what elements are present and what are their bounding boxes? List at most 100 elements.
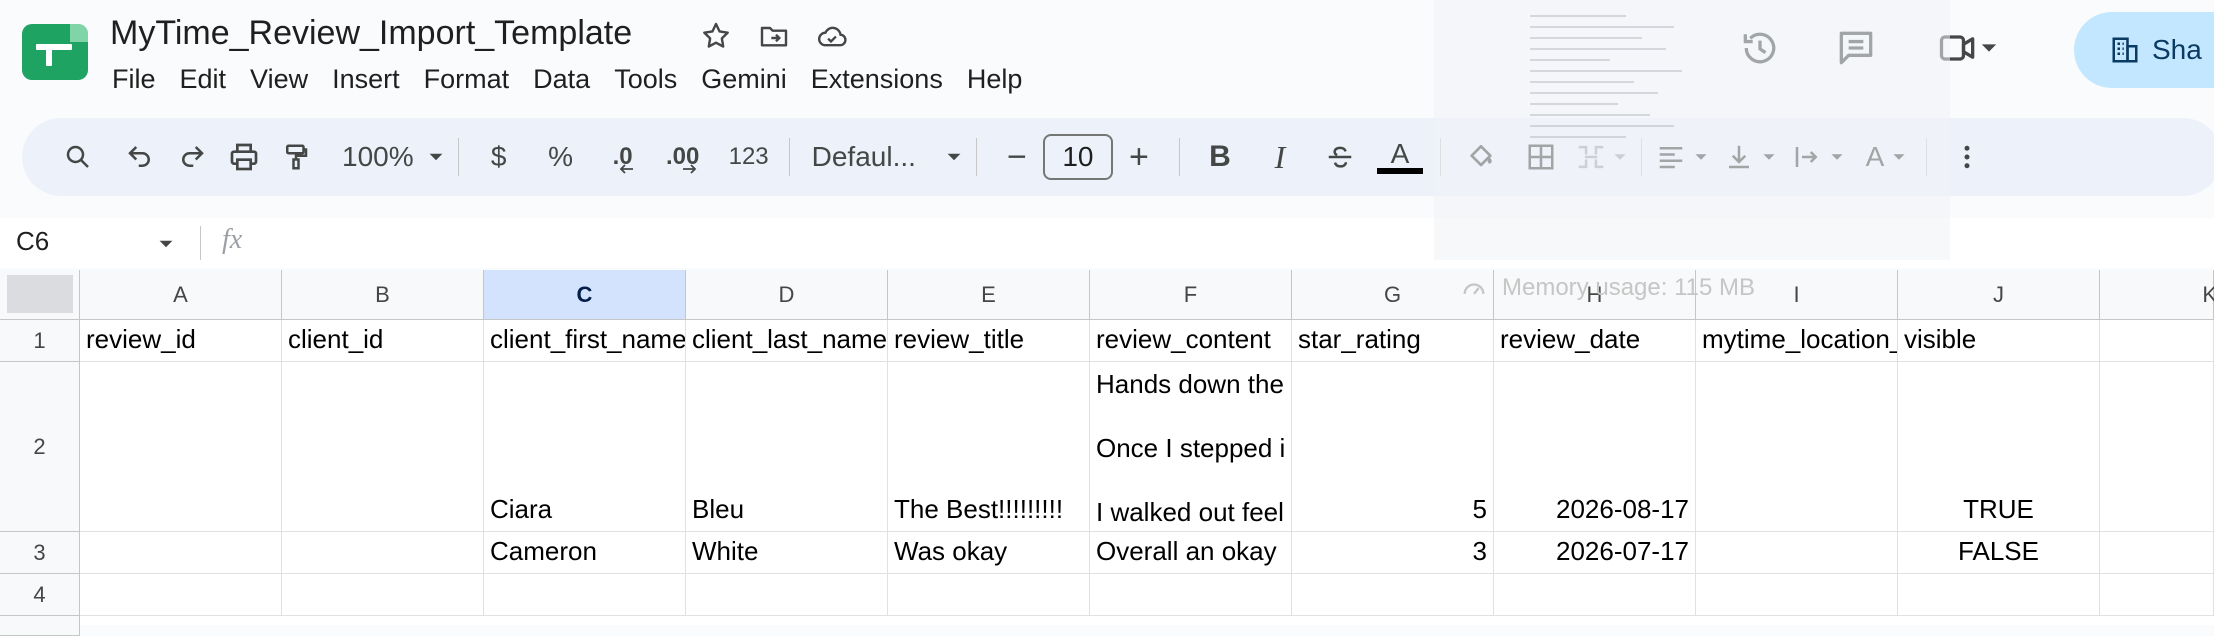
text-color-button[interactable]: A bbox=[1374, 129, 1426, 185]
print-icon bbox=[230, 143, 258, 171]
cell-i4[interactable] bbox=[1696, 574, 1898, 616]
select-all-corner[interactable] bbox=[0, 270, 80, 320]
menu-format[interactable]: Format bbox=[412, 62, 522, 100]
column-header-b[interactable]: B bbox=[282, 270, 484, 320]
zoom-value: 100% bbox=[342, 141, 414, 172]
search-menus-button[interactable] bbox=[52, 129, 104, 185]
font-family-value: Defaul... bbox=[811, 141, 916, 172]
cell-f4[interactable] bbox=[1090, 574, 1292, 616]
cell-i1[interactable]: mytime_location_id bbox=[1696, 320, 1898, 362]
cell-a2[interactable] bbox=[80, 362, 282, 532]
column-header-e[interactable]: E bbox=[888, 270, 1090, 320]
undo-button[interactable] bbox=[114, 129, 166, 185]
share-button[interactable]: Sha bbox=[2074, 12, 2214, 88]
cell-h3[interactable]: 2026-07-17 bbox=[1494, 532, 1696, 574]
cell-e4[interactable] bbox=[888, 574, 1090, 616]
cell-h4[interactable] bbox=[1494, 574, 1696, 616]
cell-h2[interactable]: 2026-08-17 bbox=[1494, 362, 1696, 532]
row-header-1[interactable]: 1 bbox=[0, 320, 80, 362]
cell-c1[interactable]: client_first_name bbox=[484, 320, 686, 362]
cell-d2[interactable]: Bleu bbox=[686, 362, 888, 532]
chevron-down-icon[interactable] bbox=[158, 236, 174, 252]
cell-c4[interactable] bbox=[484, 574, 686, 616]
format-currency-button[interactable]: $ bbox=[473, 129, 525, 185]
cell-k3[interactable] bbox=[2100, 532, 2214, 574]
print-button[interactable] bbox=[218, 129, 270, 185]
column-header-c[interactable]: C bbox=[484, 270, 686, 320]
cell-e2[interactable]: The Best!!!!!!!!! bbox=[888, 362, 1090, 532]
decrease-font-size-button[interactable]: − bbox=[991, 129, 1043, 185]
star-icon[interactable] bbox=[696, 16, 736, 56]
cell-i3[interactable] bbox=[1696, 532, 1898, 574]
increase-font-size-button[interactable]: + bbox=[1113, 129, 1165, 185]
more-formats-button[interactable]: 123 bbox=[723, 129, 775, 185]
cell-g1[interactable]: star_rating bbox=[1292, 320, 1494, 362]
cell-h1[interactable]: review_date bbox=[1494, 320, 1696, 362]
menu-gemini[interactable]: Gemini bbox=[689, 62, 799, 100]
format-percent-button[interactable]: % bbox=[535, 129, 587, 185]
cell-c3[interactable]: Cameron bbox=[484, 532, 686, 574]
font-family-select[interactable]: Defaul... bbox=[804, 129, 962, 185]
cell-e1[interactable]: review_title bbox=[888, 320, 1090, 362]
cell-d1[interactable]: client_last_name bbox=[686, 320, 888, 362]
cell-j1[interactable]: visible bbox=[1898, 320, 2100, 362]
cell-f3[interactable]: Overall an okay bbox=[1090, 532, 1292, 574]
row-header-5[interactable] bbox=[0, 616, 80, 636]
cell-k4[interactable] bbox=[2100, 574, 2214, 616]
redo-button[interactable] bbox=[166, 129, 218, 185]
paint-format-button[interactable] bbox=[270, 129, 322, 185]
move-to-folder-icon[interactable] bbox=[754, 16, 794, 56]
bold-button[interactable]: B bbox=[1194, 129, 1246, 185]
menu-tools[interactable]: Tools bbox=[602, 62, 689, 100]
font-size-input[interactable]: 10 bbox=[1042, 134, 1113, 180]
menu-extensions[interactable]: Extensions bbox=[799, 62, 955, 100]
cell-f2[interactable]: Hands down the Once I stepped i I walked… bbox=[1090, 362, 1292, 532]
column-header-k[interactable]: K bbox=[2100, 270, 2214, 320]
cell-b4[interactable] bbox=[282, 574, 484, 616]
sheets-logo-icon[interactable] bbox=[22, 24, 88, 80]
menu-data[interactable]: Data bbox=[521, 62, 602, 100]
cloud-saved-icon[interactable] bbox=[812, 16, 852, 56]
row-header-4[interactable]: 4 bbox=[0, 574, 80, 616]
cell-b2[interactable] bbox=[282, 362, 484, 532]
document-title[interactable]: MyTime_Review_Import_Template bbox=[110, 14, 632, 53]
strikethrough-button[interactable] bbox=[1314, 129, 1366, 185]
cell-e3[interactable]: Was okay bbox=[888, 532, 1090, 574]
column-header-a[interactable]: A bbox=[80, 270, 282, 320]
cell-j4[interactable] bbox=[1898, 574, 2100, 616]
cell-k1[interactable] bbox=[2100, 320, 2214, 362]
menu-edit[interactable]: Edit bbox=[168, 62, 239, 100]
cell-b3[interactable] bbox=[282, 532, 484, 574]
cell-f1[interactable]: review_content bbox=[1090, 320, 1292, 362]
menu-insert[interactable]: Insert bbox=[320, 62, 412, 100]
cell-g2[interactable]: 5 bbox=[1292, 362, 1494, 532]
cell-a4[interactable] bbox=[80, 574, 282, 616]
cell-a3[interactable] bbox=[80, 532, 282, 574]
zoom-select[interactable]: 100% bbox=[342, 129, 444, 185]
cell-d4[interactable] bbox=[686, 574, 888, 616]
cell-i2[interactable] bbox=[1696, 362, 1898, 532]
decrease-decimal-button[interactable]: .0 bbox=[597, 129, 649, 185]
increase-decimal-button[interactable]: .00 bbox=[657, 129, 709, 185]
menu-bar: File Edit View Insert Format Data Tools … bbox=[100, 62, 1034, 100]
menu-help[interactable]: Help bbox=[955, 62, 1035, 100]
cell-c2[interactable]: Ciara bbox=[484, 362, 686, 532]
cell-j3[interactable]: FALSE bbox=[1898, 532, 2100, 574]
name-box[interactable]: C6 bbox=[16, 226, 49, 257]
menu-view[interactable]: View bbox=[238, 62, 320, 100]
cell-k2[interactable] bbox=[2100, 362, 2214, 532]
cell-g3[interactable]: 3 bbox=[1292, 532, 1494, 574]
italic-button[interactable]: I bbox=[1254, 129, 1306, 185]
column-header-f[interactable]: F bbox=[1090, 270, 1292, 320]
cell-j2[interactable]: TRUE bbox=[1898, 362, 2100, 532]
menu-file[interactable]: File bbox=[100, 62, 168, 100]
cell-g4[interactable] bbox=[1292, 574, 1494, 616]
cell-d3[interactable]: White bbox=[686, 532, 888, 574]
row-header-2[interactable]: 2 bbox=[0, 362, 80, 532]
cell-a1[interactable]: review_id bbox=[80, 320, 282, 362]
column-header-j[interactable]: J bbox=[1898, 270, 2100, 320]
share-button-label: Sha bbox=[2152, 34, 2202, 65]
cell-b1[interactable]: client_id bbox=[282, 320, 484, 362]
row-header-3[interactable]: 3 bbox=[0, 532, 80, 574]
column-header-d[interactable]: D bbox=[686, 270, 888, 320]
